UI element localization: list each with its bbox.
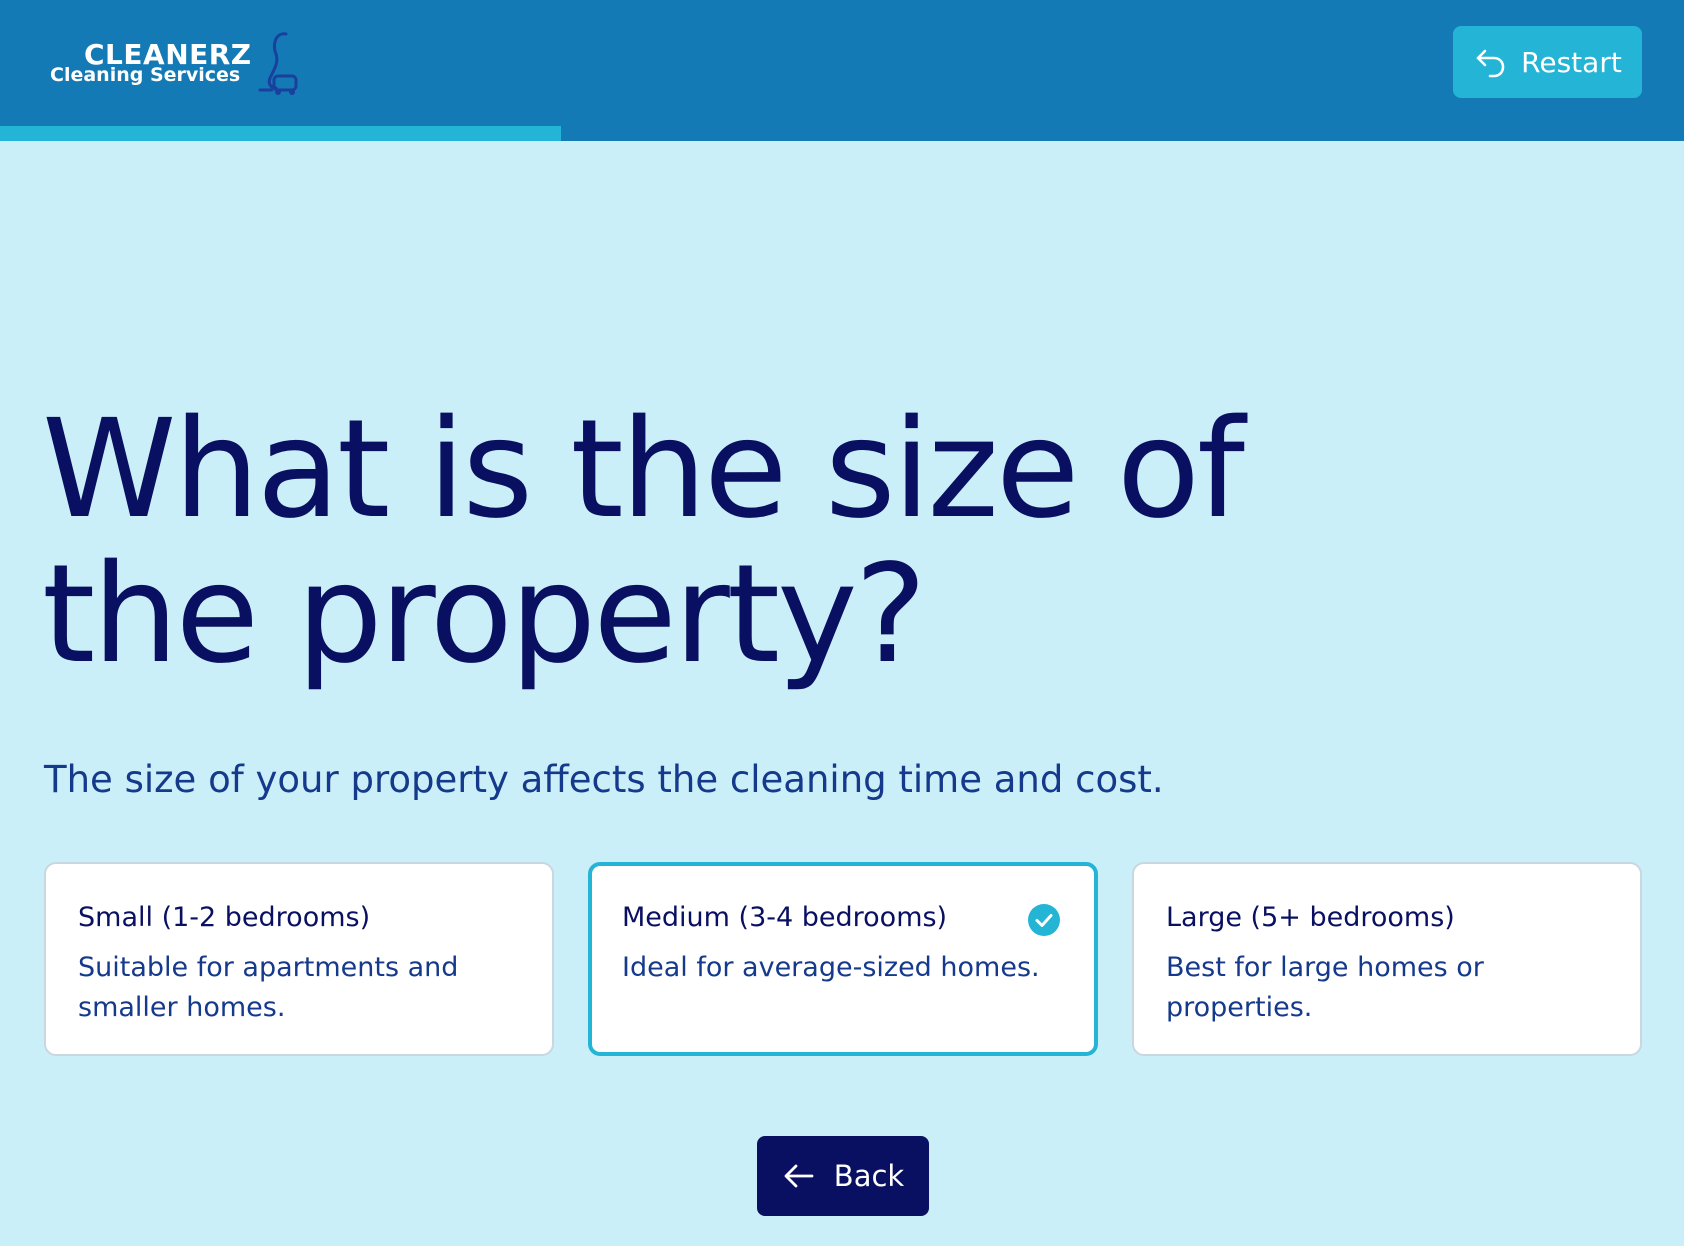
restart-label: Restart <box>1521 45 1622 79</box>
brand-tagline: Cleaning Services <box>50 64 241 86</box>
option-card-medium[interactable]: Medium (3-4 bedrooms) Ideal for average-… <box>588 862 1098 1056</box>
back-button[interactable]: Back <box>757 1136 929 1216</box>
question-title: What is the size of the property? <box>42 391 1245 694</box>
top-bar: CLEANERZ Cleaning Services Restart <box>0 0 1684 141</box>
brand-logo[interactable]: CLEANERZ Cleaning Services <box>48 30 308 100</box>
option-description: Ideal for average-sized homes. <box>622 952 1040 983</box>
vacuum-cleaner-icon <box>258 32 298 95</box>
option-description: Suitable for apartments and smaller home… <box>78 952 459 1023</box>
progress-bar-fill <box>0 126 561 141</box>
option-description: Best for large homes or properties. <box>1166 952 1484 1023</box>
restart-button[interactable]: Restart <box>1453 26 1642 98</box>
option-title: Small (1-2 bedrooms) <box>78 902 371 933</box>
check-circle-icon <box>1028 904 1060 936</box>
undo-arrow-icon <box>1473 45 1507 79</box>
option-title: Medium (3-4 bedrooms) <box>622 902 948 933</box>
option-card-large[interactable]: Large (5+ bedrooms) Best for large homes… <box>1132 862 1642 1056</box>
back-label: Back <box>833 1159 905 1193</box>
question-subtitle: The size of your property affects the cl… <box>44 758 1164 801</box>
option-card-small[interactable]: Small (1-2 bedrooms) Suitable for apartm… <box>44 862 554 1056</box>
option-title: Large (5+ bedrooms) <box>1166 902 1455 933</box>
progress-bar <box>0 126 1684 141</box>
arrow-left-icon <box>782 1161 816 1191</box>
size-options: Small (1-2 bedrooms) Suitable for apartm… <box>44 862 1642 1058</box>
